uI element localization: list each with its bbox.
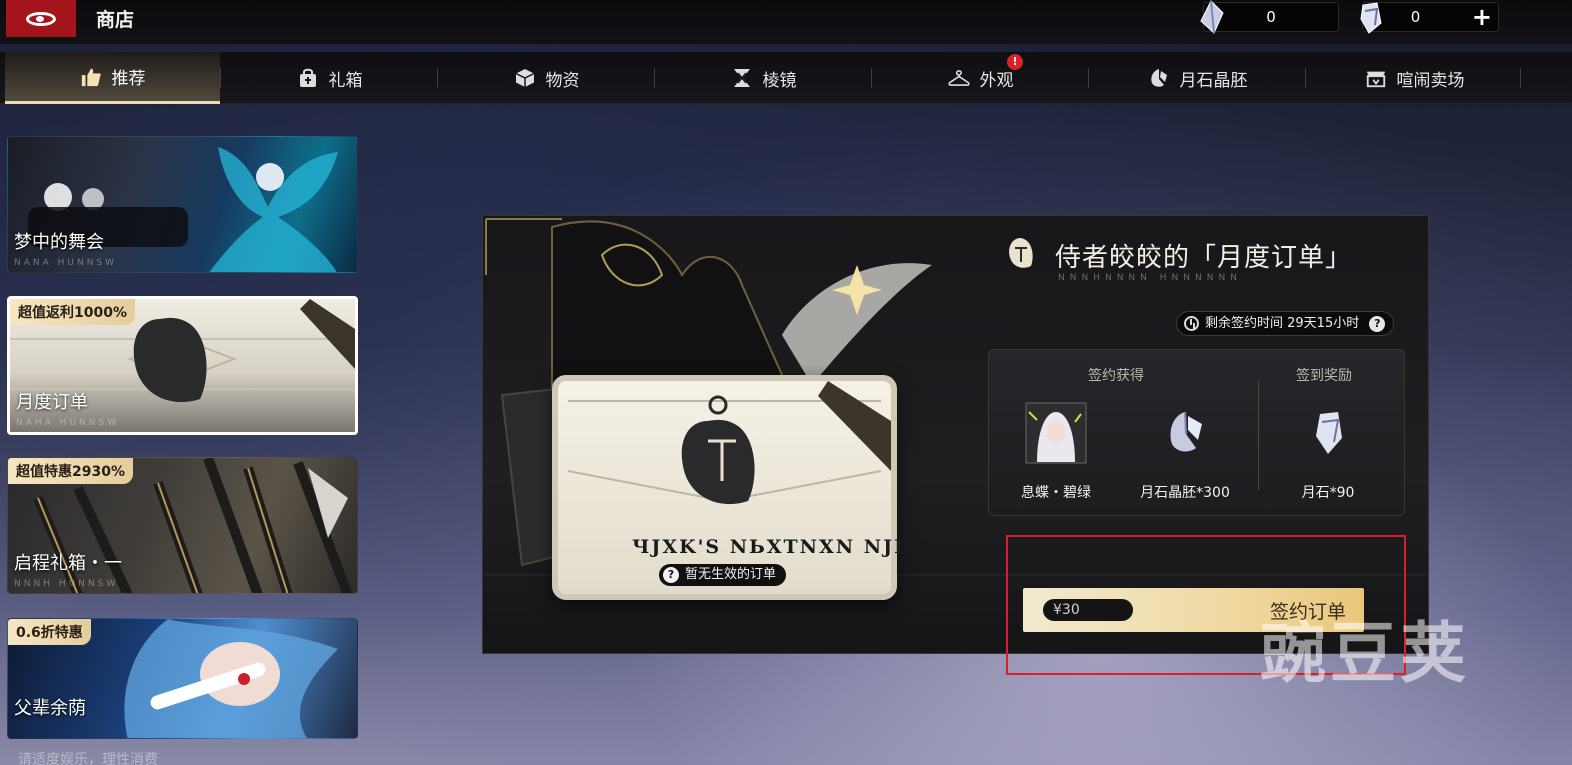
tab-divider: [871, 68, 872, 88]
help-icon: ?: [663, 567, 679, 583]
order-card-emblem: [567, 381, 891, 505]
currency-value: 0: [1410, 8, 1421, 26]
tab-label: 喧闹卖场: [1396, 70, 1465, 91]
gift-bag-icon: [297, 67, 319, 89]
reward-label: 月石*90: [1301, 485, 1355, 501]
discount-tag: 超值特惠2930%: [8, 458, 133, 484]
back-logo-button[interactable]: [6, 0, 76, 37]
tab-label: 礼箱: [328, 70, 363, 91]
sidebar-item-starter-box[interactable]: 超值特惠2930% 启程礼箱・一 NNNH HUNNSW: [7, 457, 358, 594]
hanger-icon: [947, 67, 970, 89]
sidebar-item-monthly-order[interactable]: 超值返利1000% 月度订单 NAHA HUNNSW: [7, 296, 358, 435]
tab-prism[interactable]: 棱镜: [656, 52, 871, 104]
discount-tag: 超值返利1000%: [10, 299, 135, 325]
tab-bazaar[interactable]: 喧闹卖场: [1307, 52, 1522, 104]
currency-moonstone-embryo[interactable]: 0: [1200, 0, 1339, 34]
tab-divider: [437, 68, 438, 88]
add-currency-button[interactable]: +: [1472, 4, 1492, 30]
tab-gift-box[interactable]: 礼箱: [222, 52, 437, 104]
order-card-cipher-text: ЧJXK'S NЬXTNXN NJЬS: [632, 536, 928, 558]
tab-appearance[interactable]: 外观 !: [873, 52, 1088, 104]
sidebar-item-subtitle: NAHA HUNNSW: [16, 418, 120, 428]
moonstone-embryo-icon: [1154, 402, 1216, 464]
moonstone-icon: [1297, 402, 1359, 464]
tab-moonstone-embryo[interactable]: 月石晶胚: [1090, 52, 1305, 104]
character-silhouette-icon: [1009, 238, 1033, 268]
remaining-time-text: 剩余签约时间 29天15小时: [1205, 316, 1360, 331]
panel-subtitle: NNNHNNNN HNNNNNN: [1058, 273, 1242, 283]
tab-divider: [1305, 68, 1306, 88]
cube-icon: [514, 67, 536, 89]
tab-label: 物资: [545, 70, 580, 91]
tab-divider: [1088, 68, 1089, 88]
reward-item[interactable]: 息蝶・碧绿: [1006, 402, 1106, 502]
tab-divider: [220, 68, 221, 88]
sidebar-item-ancestral-legacy[interactable]: 0.6折特惠 父辈余荫: [7, 618, 358, 739]
sidebar-item-label: 父辈余荫: [14, 698, 86, 719]
game-logo-icon: [26, 11, 56, 26]
moderation-notice: 请适度娱乐，理性消费: [18, 752, 158, 765]
thumbs-up-icon: [80, 66, 102, 88]
tab-label: 推荐: [111, 69, 146, 89]
checkin-reward-heading: 签到奖励: [1296, 368, 1352, 384]
tab-divider: [1520, 68, 1521, 88]
discount-tag: 0.6折特惠: [8, 619, 91, 645]
tab-label: 棱镜: [762, 70, 797, 91]
currency-moonstone[interactable]: 0 +: [1360, 2, 1499, 34]
clock-icon: [1184, 316, 1199, 331]
notification-badge: !: [1007, 54, 1023, 70]
character-portrait-icon: [1025, 402, 1087, 464]
reward-item[interactable]: 月石*90: [1278, 402, 1378, 502]
tab-supplies[interactable]: 物资: [439, 52, 654, 104]
help-icon[interactable]: ?: [1369, 316, 1386, 332]
remaining-time-badge: 剩余签约时间 29天15小时 ?: [1176, 311, 1395, 336]
prism-icon: [731, 67, 753, 89]
watermark-text: 豌豆荚: [1260, 615, 1470, 692]
reward-label: 月石晶胚*300: [1140, 485, 1230, 501]
page-title: 商店: [96, 9, 135, 31]
reward-item[interactable]: 月石晶胚*300: [1135, 402, 1235, 502]
sidebar-item-subtitle: NANA HUNNSW: [14, 258, 118, 268]
tab-recommend[interactable]: 推荐: [5, 52, 220, 104]
sidebar-item-dream-ball[interactable]: 梦中的舞会 NANA HUNNSW: [7, 136, 358, 273]
tab-label: 月石晶胚: [1179, 70, 1248, 91]
market-icon: [1365, 67, 1387, 89]
order-status-text: 暂无生效的订单: [685, 567, 777, 582]
tab-label: 外观: [979, 70, 1014, 91]
sidebar-item-label: 月度订单: [16, 392, 88, 413]
tab-divider: [654, 68, 655, 88]
crystal-icon: [1148, 67, 1170, 89]
shop-tab-bar: 推荐 礼箱 物资 棱镜 外观 ! 月石晶胚 喧闹卖场: [0, 52, 1572, 104]
panel-title: 侍者皎皎的「月度订单」: [1055, 243, 1353, 273]
sidebar-item-subtitle: NNNH HUNNSW: [14, 579, 119, 589]
reward-label: 息蝶・碧绿: [1021, 485, 1091, 501]
top-bar: 商店 0 0 +: [0, 0, 1572, 44]
rewards-divider: [1258, 380, 1259, 490]
sidebar-item-label: 启程礼箱・一: [14, 553, 122, 574]
currency-value: 0: [1266, 8, 1276, 26]
sidebar-item-label: 梦中的舞会: [14, 232, 104, 253]
sign-reward-heading: 签约获得: [1088, 368, 1144, 384]
order-status-badge[interactable]: ? 暂无生效的订单: [659, 564, 787, 586]
